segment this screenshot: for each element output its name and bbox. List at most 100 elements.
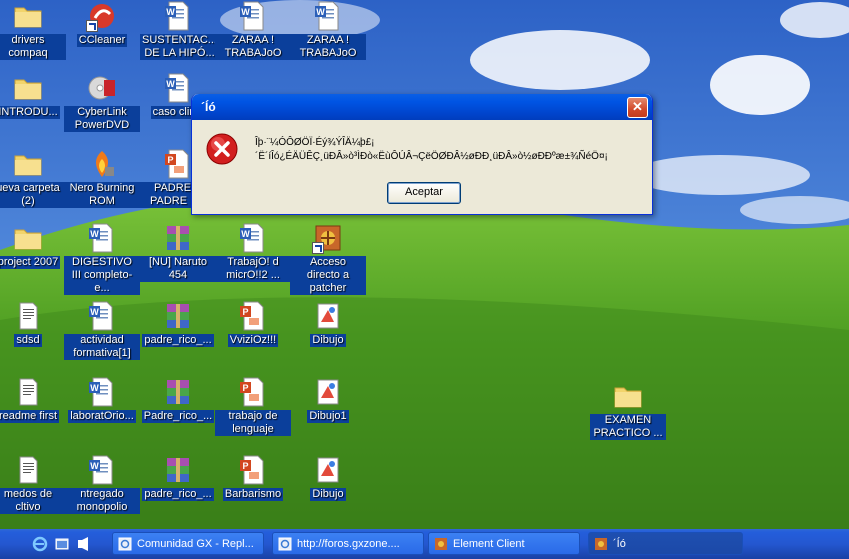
- desktop-icon[interactable]: W ZARAA ! TRABAJoO: [215, 0, 291, 60]
- word-icon: W: [86, 300, 118, 332]
- desktop-icon[interactable]: WlaboratOrio...: [64, 376, 140, 423]
- desktop-icon[interactable]: INTRODU...: [0, 72, 66, 119]
- show-desktop-icon[interactable]: [54, 536, 70, 552]
- desktop-icon[interactable]: drivers compaq: [0, 0, 66, 60]
- dialog-message-line2: ´Ë´íÎó¿ÉÄÜÊÇ¸üÐÂ»ò³ÌÐò«ËùÔÚÂ¬ÇëÖØÐÂ½øÐÐ¸…: [255, 151, 608, 162]
- desktop-icon[interactable]: W TrabajO! d micrO!!2 ...: [215, 222, 291, 282]
- shortcut-arrow-icon: [312, 242, 324, 254]
- desktop-icon[interactable]: project 2007: [0, 222, 66, 269]
- ppt-icon: P: [162, 148, 194, 180]
- desktop-icon-label: medos de cltivo: [0, 488, 66, 514]
- nero-icon: [86, 148, 118, 180]
- desktop-icon-label: Barbarismo: [222, 488, 284, 501]
- desktop-icon-label: Dibujo1: [307, 410, 349, 423]
- desktop-icon-label: laboratOrio...: [68, 410, 136, 423]
- desktop-icon[interactable]: CCleaner: [64, 0, 140, 47]
- desktop-icon-label: Dibujo: [310, 488, 346, 501]
- desktop-icon[interactable]: Acceso directo a patcher: [290, 222, 366, 295]
- desktop-icon[interactable]: CyberLink PowerDVD: [64, 72, 140, 132]
- desktop-icon-label: trabajo de lenguaje: [215, 410, 291, 436]
- desktop-icon[interactable]: P Barbarismo: [215, 454, 291, 501]
- desktop-icon-label: ntregado monopolio: [64, 488, 140, 514]
- folder-icon: [12, 222, 44, 254]
- desktop-icon[interactable]: Wntregado monopolio: [64, 454, 140, 514]
- accept-button[interactable]: Aceptar: [387, 182, 461, 204]
- word-icon: W: [86, 454, 118, 486]
- taskbar-button[interactable]: ´Íó: [588, 532, 743, 555]
- desktop-icon[interactable]: W DIGESTIVO III completo-e...: [64, 222, 140, 295]
- desktop-icon[interactable]: padre_rico_...: [140, 300, 216, 347]
- svg-text:P: P: [167, 155, 173, 165]
- folder-icon: [12, 0, 44, 32]
- ie-icon: [278, 537, 292, 551]
- desktop-icon[interactable]: Dibujo: [290, 300, 366, 347]
- svg-text:W: W: [316, 7, 325, 17]
- desktop-icon[interactable]: padre_rico_...: [140, 454, 216, 501]
- desktop-icon[interactable]: Dibujo1: [290, 376, 366, 423]
- desktop-icon[interactable]: [NU] Naruto 454: [140, 222, 216, 282]
- taskbar: Comunidad GX - Repl... http://foros.gxzon…: [0, 529, 849, 559]
- desktop-icon[interactable]: Ptrabajo de lenguaje: [215, 376, 291, 436]
- desktop-icon-label: padre_rico_...: [142, 488, 214, 501]
- paint-icon: [312, 376, 344, 408]
- patcher-icon: [312, 222, 344, 254]
- desktop-icon[interactable]: Padre_rico_...: [140, 376, 216, 423]
- word-icon: W: [312, 0, 344, 32]
- taskbar-button-label: Comunidad GX - Repl...: [137, 538, 254, 550]
- desktop-icon[interactable]: ueva carpeta (2): [0, 148, 66, 208]
- media-player-icon[interactable]: [76, 536, 92, 552]
- ie-icon[interactable]: [32, 536, 48, 552]
- desktop-icon-label: INTRODU...: [0, 106, 60, 119]
- shortcut-arrow-icon: [86, 20, 98, 32]
- desktop-icon[interactable]: Wactividad formativa[1]: [64, 300, 140, 360]
- ppt-icon: P: [237, 300, 269, 332]
- word-icon: W: [86, 222, 118, 254]
- desktop-icon[interactable]: readme first: [0, 376, 66, 423]
- desktop-icon[interactable]: EXAMEN PRACTICO ...: [590, 380, 666, 440]
- game-icon: [434, 537, 448, 551]
- taskbar-button-label: http://foros.gxzone....: [297, 538, 400, 550]
- folder-icon: [12, 72, 44, 104]
- svg-text:W: W: [90, 383, 99, 393]
- desktop-icon-label: readme first: [0, 410, 60, 423]
- desktop-icon[interactable]: P VviziOz!!!: [215, 300, 291, 347]
- svg-text:W: W: [90, 307, 99, 317]
- desktop-icon-label: VviziOz!!!: [227, 334, 279, 347]
- taskbar-button-label: ´Íó: [613, 538, 626, 550]
- desktop-icon[interactable]: Nero Burning ROM: [64, 148, 140, 208]
- desktop-icon-label: ueva carpeta (2): [0, 182, 66, 208]
- svg-text:P: P: [242, 461, 248, 471]
- desktop-icon[interactable]: Dibujo: [290, 454, 366, 501]
- paint-icon: [312, 300, 344, 332]
- desktop-icon[interactable]: medos de cltivo: [0, 454, 66, 514]
- error-dialog: ´Íó ✕ Îþ·¨¼ÓÔØÖÏ·Éý¾ÝÎÄ¼þ£¡ ´Ë´íÎó¿ÉÄÜÊÇ…: [191, 94, 653, 215]
- desktop-icon[interactable]: sdsd: [0, 300, 66, 347]
- error-icon: [206, 133, 238, 165]
- svg-text:W: W: [90, 461, 99, 471]
- svg-text:P: P: [242, 307, 248, 317]
- rar-icon: [162, 222, 194, 254]
- rar-icon: [162, 376, 194, 408]
- dialog-titlebar[interactable]: ´Íó ✕: [192, 94, 652, 120]
- word-icon: W: [237, 0, 269, 32]
- dialog-message-line1: Îþ·¨¼ÓÔØÖÏ·Éý¾ÝÎÄ¼þ£¡: [255, 137, 375, 148]
- desktop-icon-label: ZARAA ! TRABAJoO: [290, 34, 366, 60]
- desktop-icon-label: padre_rico_...: [142, 334, 214, 347]
- desktop-icon-label: SUSTENTAC... DE LA HIPÓ...: [140, 34, 219, 60]
- paint-icon: [312, 454, 344, 486]
- close-button[interactable]: ✕: [627, 97, 648, 118]
- desktop-icon-label: Padre_rico_...: [141, 410, 215, 423]
- desktop-icon-label: CyberLink PowerDVD: [64, 106, 140, 132]
- desktop-icon[interactable]: W ZARAA ! TRABAJoO: [290, 0, 366, 60]
- desktop-icon-label: Nero Burning ROM: [64, 182, 140, 208]
- svg-text:W: W: [241, 229, 250, 239]
- svg-text:W: W: [166, 7, 175, 17]
- taskbar-button[interactable]: Element Client: [428, 532, 580, 555]
- desktop-icon[interactable]: W SUSTENTAC... DE LA HIPÓ...: [140, 0, 219, 60]
- desktop-icon-label: ZARAA ! TRABAJoO: [215, 34, 291, 60]
- desktop-icon-label: Acceso directo a patcher: [290, 256, 366, 295]
- taskbar-button[interactable]: http://foros.gxzone....: [272, 532, 424, 555]
- svg-text:W: W: [241, 7, 250, 17]
- taskbar-button[interactable]: Comunidad GX - Repl...: [112, 532, 264, 555]
- ppt-icon: P: [237, 454, 269, 486]
